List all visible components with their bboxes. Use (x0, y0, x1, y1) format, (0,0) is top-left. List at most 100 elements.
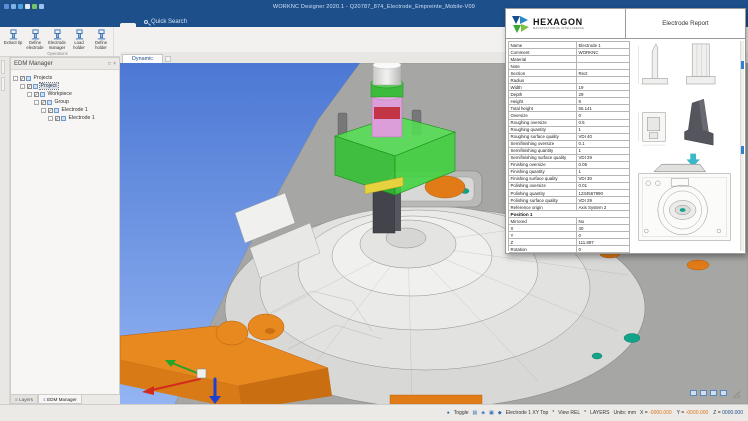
pan-icon[interactable] (700, 390, 707, 396)
report-row: Comment WORKNC (509, 49, 630, 56)
panel-bottom-tabs: ≡ Layers ≡ EDM Manager (10, 395, 120, 404)
report-row-value: 0.01 (577, 183, 630, 190)
ribbon-button-label: Define electrode (24, 41, 46, 51)
tree-checkbox[interactable]: ✓ (27, 84, 32, 89)
report-row-value (577, 77, 630, 84)
fullscreen-icon[interactable] (720, 390, 727, 396)
report-row-value (577, 63, 630, 70)
viewport-tab-menu-icon[interactable] (165, 56, 171, 62)
units-label: Units: mm (613, 410, 636, 416)
report-row: Section Rect (509, 70, 630, 77)
tree-checkbox[interactable]: ✓ (41, 100, 46, 105)
report-row-label: Semifinishing quantity (509, 148, 577, 155)
tree-checkbox[interactable]: ✓ (34, 92, 39, 97)
hexagon-logo-icon (510, 14, 530, 34)
layers-label[interactable]: LAYERS (590, 410, 609, 416)
tree-item[interactable]: - ✓ Electrode 1 (11, 106, 119, 114)
report-drawing-plan-view (639, 164, 731, 240)
report-drawing-3d-electrode (685, 99, 714, 145)
separator: * (584, 410, 586, 416)
tree-expand-icon[interactable]: - (27, 92, 32, 97)
ribbon-button[interactable]: Define holder (90, 27, 112, 51)
close-icon[interactable]: × (113, 61, 116, 67)
report-row-value: WORKNC (577, 49, 630, 56)
tree-item[interactable]: - ✓ Project (11, 82, 119, 90)
ribbon-button-label: Define holder (90, 41, 112, 51)
coordinate-field: X = -0000.000 (640, 410, 672, 416)
resize-grip[interactable] (730, 388, 740, 398)
tree-checkbox[interactable]: ✓ (48, 108, 53, 113)
report-row: X 40 (509, 225, 630, 232)
ribbon-button[interactable]: Electrode manager (46, 27, 68, 51)
coordinate-value: 0000.000 (722, 410, 743, 416)
ribbon-button[interactable]: Extract tip (2, 27, 24, 51)
tree-checkbox[interactable]: ✓ (20, 76, 25, 81)
view-cube-icon[interactable] (690, 390, 697, 396)
electrode-tool-icon (96, 29, 107, 40)
panel-tab-label: EDM Manager (47, 397, 77, 402)
report-row-label: Semifinishing oversize (509, 141, 577, 148)
report-row-value: 111.897 (577, 239, 630, 246)
report-row-label: Depth (509, 91, 577, 98)
tree-item-label: Group (54, 99, 70, 105)
tree-expand-icon[interactable]: - (20, 84, 25, 89)
side-tab[interactable] (1, 60, 5, 74)
electrode-tool-icon (74, 29, 85, 40)
panel-tab-icon: ≡ (15, 397, 18, 402)
viewport-tab-dynamic[interactable]: Dynamic (122, 54, 163, 63)
report-row-label: Total height (509, 105, 577, 112)
report-row-label: Finishing surface quality (509, 176, 577, 183)
report-drawing-front-view (639, 44, 670, 84)
active-context-label[interactable]: Electrode 1 XY Top (506, 410, 549, 416)
view-mode-icon[interactable]: ▤ (473, 410, 478, 416)
report-row-value: Axis System 2 (577, 204, 630, 211)
report-row: Reference origin Axis System 2 (509, 204, 630, 211)
tree-node-icon (33, 84, 38, 89)
panel-tab[interactable]: ≡ EDM Manager (38, 395, 82, 404)
quick-search-label: Quick Search (151, 19, 187, 25)
separator: * (552, 410, 554, 416)
tree-expand-icon[interactable]: - (34, 100, 39, 105)
brand-name: HEXAGON (533, 17, 584, 27)
panel-tab[interactable]: ≡ Layers (10, 395, 38, 404)
coordinate-field: Z = 0000.000 (713, 410, 743, 416)
view-ref-label[interactable]: View REL (558, 410, 580, 416)
side-tab[interactable] (1, 77, 5, 91)
quick-search[interactable]: Quick Search (136, 17, 195, 27)
report-row: Total height 55.141 (509, 105, 630, 112)
toggle-dot-icon: ● (447, 410, 450, 416)
holder-spindle[interactable] (371, 63, 403, 137)
tree-expand-icon[interactable]: - (48, 116, 53, 121)
panel-tab-label: Layers (19, 397, 33, 402)
report-drawings (633, 42, 738, 244)
tree-item[interactable]: - ✓ Group (11, 98, 119, 106)
tree-item[interactable]: - ✓ Workpiece (11, 90, 119, 98)
axis-mode-icon[interactable]: ◈ (481, 410, 485, 416)
report-row-value: No (577, 218, 630, 225)
coordinate-field: Y = -0000.000 (677, 410, 709, 416)
report-row-label: Roughing oversize (509, 120, 577, 127)
auto-hide-pin-icon[interactable]: □ (108, 61, 111, 67)
edm-manager-panel: EDM Manager □ × - ✓ Projects - ✓ Project… (10, 57, 120, 395)
report-row: Mirrored No (509, 218, 630, 225)
report-row: Roughing oversize 0.5 (509, 120, 630, 127)
ribbon-button[interactable]: Load holder (68, 27, 90, 51)
report-scrollbar[interactable] (740, 41, 744, 251)
zoom-fit-icon[interactable] (710, 390, 717, 396)
grid-mode-icon[interactable]: ▣ (489, 410, 494, 416)
tree-item[interactable]: - ✓ Electrode 1 (11, 114, 119, 122)
coordinate-label: X = (640, 410, 648, 416)
toggle-label[interactable]: Toggle (454, 410, 469, 416)
tree-expand-icon[interactable]: - (13, 76, 18, 81)
report-row-value: 1 (577, 148, 630, 155)
report-row-label: Width (509, 84, 577, 91)
tree-checkbox[interactable]: ✓ (55, 116, 60, 121)
report-row-value: 1 (577, 169, 630, 176)
tree-item[interactable]: - ✓ Projects (11, 74, 119, 82)
report-title: Electrode Report (626, 9, 745, 38)
tree-expand-icon[interactable]: - (41, 108, 46, 113)
report-row-value: 29 (577, 91, 630, 98)
ribbon-button[interactable]: Define electrode (24, 27, 46, 51)
application-window: WORKNC Designer 2020.1 - Q20787_874_Elec… (0, 0, 748, 421)
report-row: Width 19 (509, 84, 630, 91)
